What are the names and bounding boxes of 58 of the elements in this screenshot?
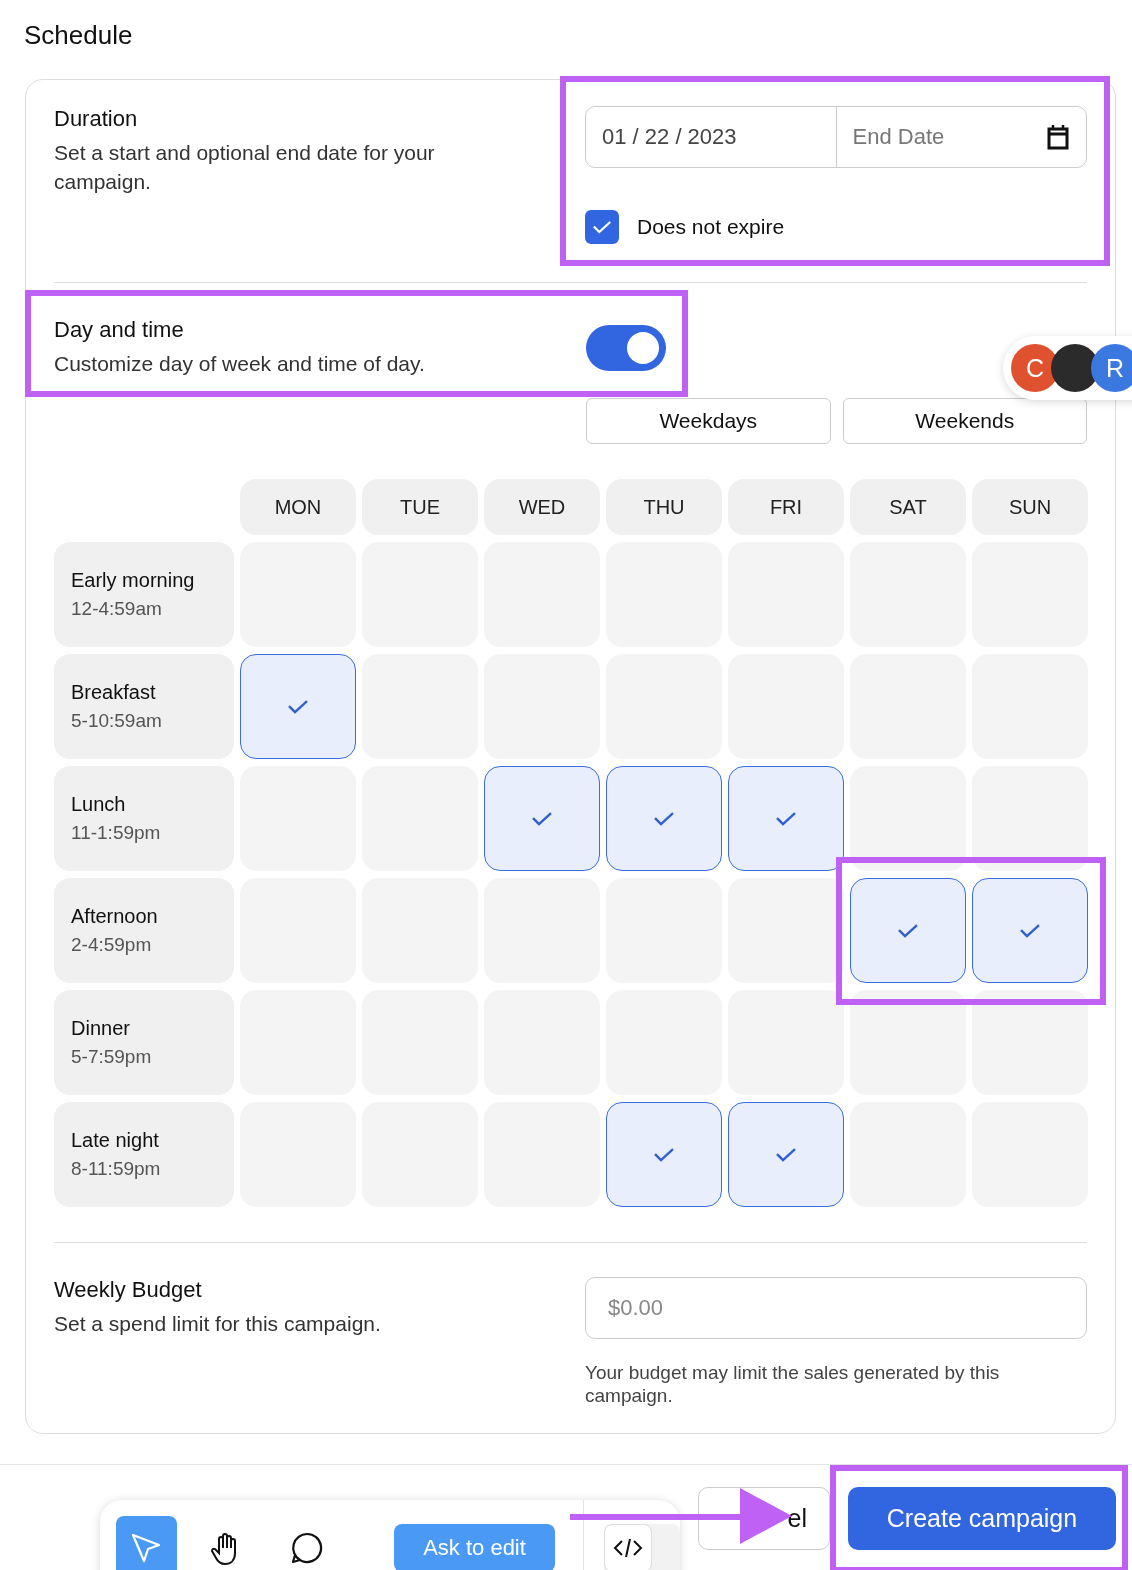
schedule-cell[interactable] xyxy=(240,654,356,759)
create-campaign-button[interactable]: Create campaign xyxy=(848,1487,1116,1550)
slot-name: Dinner xyxy=(71,1017,131,1040)
section-heading: Weekly Budget xyxy=(54,1277,202,1303)
code-icon[interactable] xyxy=(604,1524,653,1570)
checkmark-icon xyxy=(775,1146,797,1163)
day-header: WED xyxy=(484,479,600,535)
schedule-cell[interactable] xyxy=(484,766,600,871)
schedule-cell[interactable] xyxy=(606,766,722,871)
preset-button[interactable]: Weekends xyxy=(842,398,1087,444)
schedule-cell[interactable] xyxy=(606,1102,722,1207)
checkmark-icon xyxy=(897,922,919,939)
section-description: Set a start and optional end date for your campaign. xyxy=(54,140,436,195)
checkmark-icon xyxy=(531,810,553,827)
start-date: 01 / 22 / 2023 xyxy=(601,123,738,151)
checkbox[interactable] xyxy=(585,210,619,244)
checkmark-icon xyxy=(775,810,797,827)
day-header: FRI xyxy=(728,479,844,535)
day-header: SUN xyxy=(972,479,1088,535)
slot-time: 5-10:59am xyxy=(71,710,163,732)
section-description: Set a spend limit for this campaign. xyxy=(54,1311,382,1337)
checkmark-icon xyxy=(592,220,612,234)
section-heading: Day and time xyxy=(54,317,184,343)
speech-bubble-icon xyxy=(290,1531,325,1565)
slot-time: 11-1:59pm xyxy=(71,822,162,844)
day-header: MON xyxy=(240,479,356,535)
checkmark-icon xyxy=(287,698,309,715)
calendar-icon[interactable] xyxy=(1046,124,1070,150)
preset-button[interactable]: Weekdays xyxy=(586,398,831,444)
schedule-cell[interactable] xyxy=(728,1102,844,1207)
slot-time: 5-7:59pm xyxy=(71,1046,153,1068)
checkmark-icon xyxy=(653,1146,675,1163)
checkbox-label: Does not expire xyxy=(637,215,785,239)
toggle-switch[interactable] xyxy=(586,324,666,371)
schedule-cell[interactable] xyxy=(850,878,966,983)
slot-name: Breakfast xyxy=(71,681,157,704)
budget-help-text: Your budget may limit the sales generated by this campaign. xyxy=(585,1361,1001,1407)
date-range-field[interactable]: 01 / 22 / 2023 End Date xyxy=(585,106,1087,168)
schedule-cell[interactable] xyxy=(972,878,1088,983)
end-date-placeholder: End Date xyxy=(852,124,945,150)
checkmark-icon xyxy=(1019,922,1041,939)
checkmark-icon xyxy=(653,810,675,827)
section-description: Customize day of week and time of day. xyxy=(54,351,425,377)
schedule-cell[interactable] xyxy=(728,766,844,871)
section-heading: Duration xyxy=(54,106,138,132)
slot-time: 2-4:59pm xyxy=(71,934,153,956)
budget-field[interactable]: $0.00 xyxy=(585,1277,1087,1339)
day-header: SAT xyxy=(850,479,966,535)
slot-time: 8-11:59pm xyxy=(71,1158,162,1180)
slot-name: Early morning xyxy=(71,569,196,592)
slot-name: Late night xyxy=(71,1129,160,1152)
day-header: TUE xyxy=(362,479,478,535)
page-title: Schedule xyxy=(24,20,133,51)
slot-name: Afternoon xyxy=(71,905,159,928)
slot-time: 12-4:59am xyxy=(71,598,163,620)
slot-name: Lunch xyxy=(71,793,127,816)
day-header: THU xyxy=(606,479,722,535)
avatar[interactable]: R xyxy=(1091,344,1132,392)
